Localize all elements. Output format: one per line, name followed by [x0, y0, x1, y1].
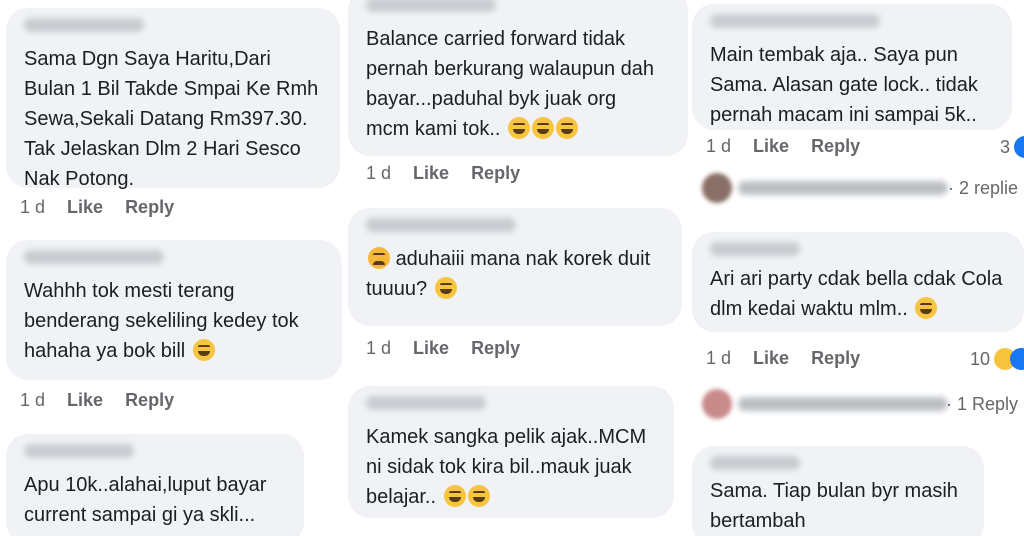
like-button[interactable]: Like [753, 348, 789, 369]
replies-count: · 1 Reply [946, 394, 1019, 414]
comment-bubble: aduhaiii mana nak korek duit tuuuu? [348, 208, 682, 326]
commenter-name-blurred [24, 444, 134, 458]
comment-text: Sama Dgn Saya Haritu,Dari Bulan 1 Bil Ta… [24, 48, 319, 190]
like-button[interactable]: Like [753, 136, 789, 157]
comment-bubble: Ari ari party cdak bella cdak Cola dlm k… [692, 232, 1024, 332]
reply-button[interactable]: Reply [811, 136, 860, 157]
reply-button[interactable]: Reply [471, 338, 520, 359]
rofl-emoji-icon [915, 297, 938, 319]
comment-bubble: Main tembak aja.. Saya pun Sama. Alasan … [692, 4, 1012, 130]
commenter-name-blurred [710, 14, 880, 28]
comment-text: Wahhh tok mesti terang benderang sekelil… [24, 276, 324, 366]
comment-time: 1 d [706, 348, 732, 368]
screenshot-column-2: Balance carried forward tidak pernah ber… [346, 0, 688, 536]
comment-text: Apu 10k..alahai,luput bayar current samp… [24, 474, 267, 526]
comment-text: aduhaiii mana nak korek duit tuuuu? [366, 244, 664, 304]
like-button[interactable]: Like [67, 390, 103, 411]
comment-time: 1 d [20, 197, 46, 217]
comment-text: Ari ari party cdak bella cdak Cola dlm k… [710, 264, 1006, 324]
sad-sweat-emoji-icon [368, 247, 390, 269]
comment-text: Kamek sangka pelik ajak..MCM ni sidak to… [366, 422, 656, 512]
reply-button[interactable]: Reply [471, 163, 520, 184]
commenter-name-blurred [710, 242, 800, 256]
comment-actions: 1 d Like Reply [706, 348, 882, 369]
reaction-count[interactable]: 10 [970, 348, 1024, 370]
reaction-count-number: 3 [1000, 136, 1011, 157]
commenter-name-blurred [24, 250, 164, 264]
comment-text: Main tembak aja.. Saya pun Sama. Alasan … [710, 44, 978, 126]
comment-text-content: aduhaiii mana nak korek duit tuuuu? [366, 248, 651, 300]
like-button[interactable]: Like [413, 163, 449, 184]
comment-actions: 1 d Like Reply [366, 163, 542, 184]
comment-actions: 1 d Like Reply [20, 197, 196, 218]
rofl-emoji-icon [508, 117, 531, 139]
comment-bubble: Apu 10k..alahai,luput bayar current samp… [6, 434, 304, 536]
comment-actions: 1 d Like Reply [706, 136, 882, 157]
reply-button[interactable]: Reply [125, 197, 174, 218]
like-button[interactable]: Like [67, 197, 103, 218]
comment-text-content: Ari ari party cdak bella cdak Cola dlm k… [710, 268, 1003, 320]
comment-time: 1 d [20, 390, 46, 410]
relieved-emoji-icon [434, 277, 457, 299]
view-replies-link[interactable]: · 1 Reply [946, 394, 1018, 415]
comment-text-content: Wahhh tok mesti terang benderang sekelil… [24, 280, 299, 362]
rofl-emoji-icon [467, 485, 490, 507]
commenter-name-blurred [710, 456, 800, 470]
reply-button[interactable]: Reply [125, 390, 174, 411]
comment-time: 1 d [366, 338, 392, 358]
reply-button[interactable]: Reply [811, 348, 860, 369]
reaction-count[interactable]: 3 [1000, 136, 1024, 158]
replier-name-blurred [738, 397, 948, 411]
screenshot-column-1: Sama Dgn Saya Haritu,Dari Bulan 1 Bil Ta… [0, 0, 342, 536]
comment-actions: 1 d Like Reply [366, 338, 542, 359]
rofl-emoji-icon [556, 117, 579, 139]
commenter-name-blurred [24, 18, 144, 32]
commenter-name-blurred [366, 396, 486, 410]
reaction-count-number: 10 [970, 348, 991, 369]
comment-bubble: Sama. Tiap bulan byr masih bertambah [692, 446, 984, 536]
like-button[interactable]: Like [413, 338, 449, 359]
comment-text: Balance carried forward tidak pernah ber… [366, 24, 670, 144]
comment-text-content: Kamek sangka pelik ajak..MCM ni sidak to… [366, 426, 647, 508]
comment-time: 1 d [706, 136, 732, 156]
comment-bubble: Sama Dgn Saya Haritu,Dari Bulan 1 Bil Ta… [6, 8, 340, 190]
avatar [702, 389, 732, 419]
comment-bubble: Wahhh tok mesti terang benderang sekelil… [6, 240, 342, 380]
comment-time: 1 d [366, 163, 392, 183]
rofl-emoji-icon [443, 485, 466, 507]
comment-bubble: Kamek sangka pelik ajak..MCM ni sidak to… [348, 386, 674, 518]
grinning-sweat-emoji-icon [192, 339, 215, 361]
commenter-name-blurred [366, 0, 496, 12]
comment-bubble: Balance carried forward tidak pernah ber… [348, 0, 688, 156]
replier-name-blurred [738, 181, 948, 195]
like-reaction-icon [1014, 136, 1024, 158]
comment-actions: 1 d Like Reply [20, 390, 196, 411]
replies-count: · 2 replie [948, 178, 1019, 198]
view-replies-link[interactable]: · 2 replie [948, 178, 1018, 199]
commenter-name-blurred [366, 218, 516, 232]
avatar [702, 173, 732, 203]
rofl-emoji-icon [532, 117, 555, 139]
screenshot-column-3: Main tembak aja.. Saya pun Sama. Alasan … [692, 0, 1024, 536]
comment-text: Sama. Tiap bulan byr masih bertambah [710, 480, 958, 532]
